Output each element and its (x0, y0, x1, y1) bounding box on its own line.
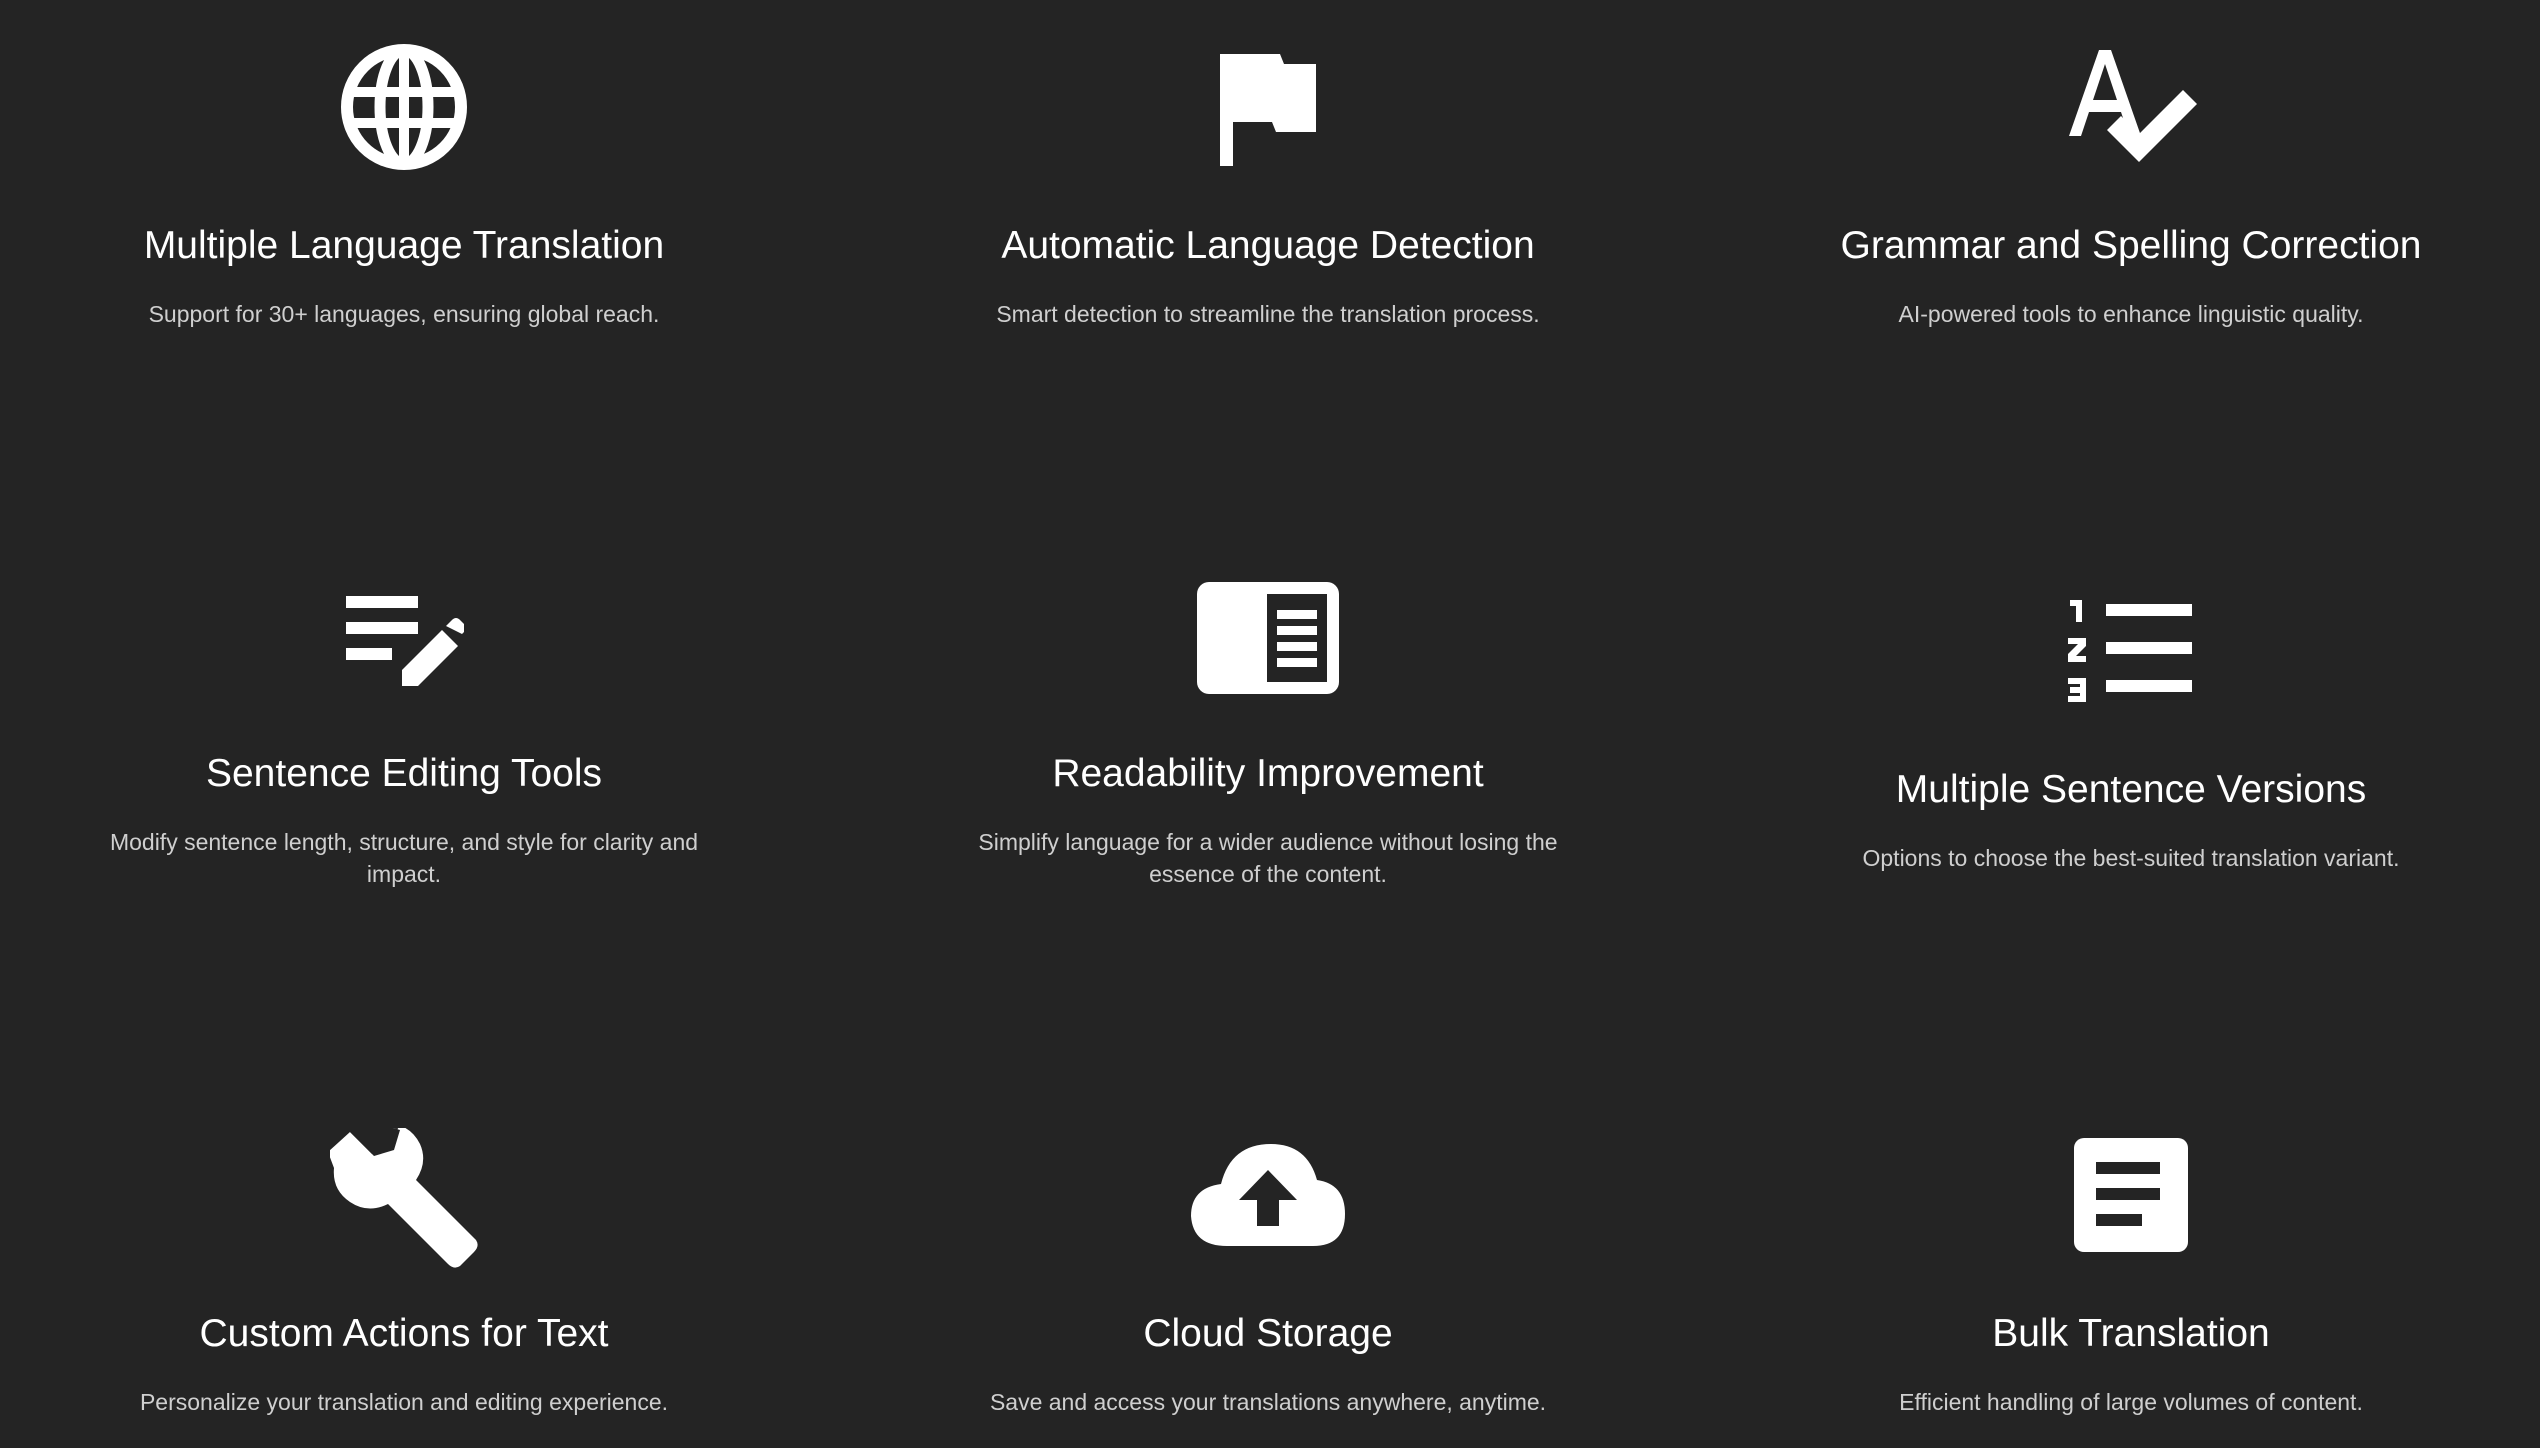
cloud-upload-icon (1189, 1142, 1347, 1248)
feature-title: Bulk Translation (1992, 1312, 2270, 1355)
feature-title: Sentence Editing Tools (205, 752, 603, 795)
feature-description: AI-powered tools to enhance linguistic q… (1898, 301, 2364, 327)
feature-card-multiple-language-translation: Multiple Language Translation Support fo… (54, 40, 754, 340)
reader-mode-icon (1197, 582, 1339, 694)
feature-description: Personalize your translation and editing… (139, 1389, 669, 1415)
feature-description: Simplify language for a wider audience w… (978, 829, 1558, 887)
feature-card-custom-actions: Custom Actions for Text Personalize your… (54, 1128, 754, 1448)
feature-description: Efficient handling of large volumes of c… (1899, 1389, 2363, 1415)
feature-description: Options to choose the best-suited transl… (1862, 845, 2400, 871)
feature-description: Save and access your translations anywhe… (989, 1389, 1547, 1415)
feature-title: Cloud Storage (1143, 1312, 1393, 1355)
feature-title: Multiple Language Translation (143, 224, 665, 267)
feature-title: Automatic Language Detection (1001, 224, 1535, 267)
spellcheck-icon (2061, 46, 2201, 176)
flag-icon (1218, 54, 1318, 166)
document-icon (2072, 1136, 2190, 1254)
edit-note-icon (344, 592, 464, 696)
feature-description: Smart detection to streamline the transl… (996, 301, 1540, 327)
numbered-list-icon (2068, 598, 2194, 704)
wrench-icon (330, 1128, 478, 1270)
feature-card-readability-improvement: Readability Improvement Simplify languag… (918, 568, 1618, 908)
feature-description: Support for 30+ languages, ensuring glob… (148, 301, 660, 327)
feature-title: Custom Actions for Text (199, 1312, 609, 1355)
globe-icon (339, 42, 469, 172)
feature-card-cloud-storage: Cloud Storage Save and access your trans… (918, 1128, 1618, 1448)
feature-card-bulk-translation: Bulk Translation Efficient handling of l… (1781, 1128, 2481, 1448)
feature-description: Modify sentence length, structure, and s… (109, 829, 699, 887)
feature-title: Multiple Sentence Versions (1895, 768, 2367, 811)
feature-title: Readability Improvement (1052, 752, 1484, 795)
feature-title: Grammar and Spelling Correction (1840, 224, 2422, 267)
feature-card-multiple-sentence-versions: Multiple Sentence Versions Options to ch… (1781, 568, 2481, 908)
feature-card-grammar-spelling-correction: Grammar and Spelling Correction AI-power… (1781, 40, 2481, 340)
feature-card-sentence-editing-tools: Sentence Editing Tools Modify sentence l… (54, 568, 754, 908)
features-grid: Multiple Language Translation Support fo… (0, 0, 2540, 1448)
feature-card-automatic-language-detection: Automatic Language Detection Smart detec… (918, 40, 1618, 340)
